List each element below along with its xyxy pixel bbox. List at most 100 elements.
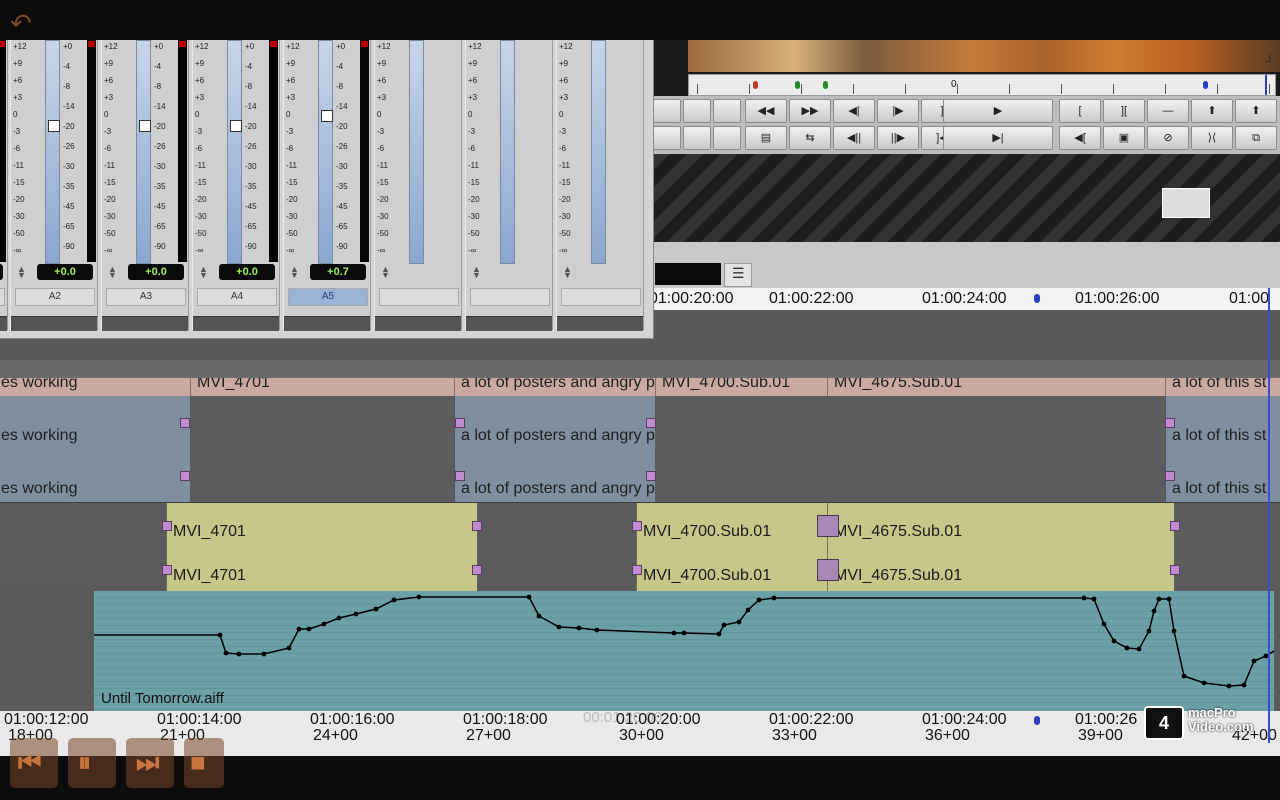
pause-button[interactable]: ⏸ (68, 738, 116, 788)
screenshot-thumbnail-icon[interactable] (1162, 188, 1210, 218)
channel-name-button[interactable] (379, 288, 459, 306)
volume-keyframe[interactable] (1081, 595, 1087, 601)
channel-name-button[interactable]: A2 (15, 288, 95, 306)
timeline-clip[interactable]: a lot of this st (1165, 378, 1280, 396)
previous-button[interactable]: ⏮ (10, 738, 58, 788)
volume-keyframe[interactable] (1166, 596, 1172, 602)
timeline-clip[interactable]: a lot of posters and angry p (454, 378, 655, 396)
tool-button[interactable] (653, 126, 681, 150)
marker-icon[interactable] (1034, 294, 1040, 303)
volume-keyframe[interactable] (1136, 646, 1142, 652)
transport-button[interactable]: ◀|| (833, 126, 875, 150)
transition-marker-icon[interactable] (180, 471, 190, 481)
marker-icon[interactable] (753, 81, 758, 89)
next-button[interactable]: ⏭ (126, 738, 174, 788)
tool-button[interactable] (653, 99, 681, 123)
volume-keyframe[interactable] (671, 630, 677, 636)
gain-readout[interactable]: +0.0 (37, 264, 93, 280)
volume-keyframe[interactable] (1171, 628, 1177, 634)
timeline-clip[interactable]: MVI_4700.Sub.01 (636, 503, 827, 547)
transport-button[interactable]: ▶| (943, 126, 1053, 150)
timeline-clip[interactable]: MVI_4675.Sub.01 (827, 547, 1174, 591)
timeline-clip[interactable]: MVI_4701 (166, 503, 477, 547)
volume-keyframe[interactable] (1156, 596, 1162, 602)
transport-button[interactable]: — (1147, 99, 1189, 123)
timeline-clip[interactable]: MVI_4701 (190, 378, 454, 396)
channel-name-button[interactable] (0, 288, 5, 306)
fader-knob[interactable] (321, 110, 333, 122)
volume-keyframe[interactable] (1226, 683, 1232, 689)
fader-knob[interactable] (139, 120, 151, 132)
updown-arrow-icon[interactable]: ▲ ▼ (290, 265, 299, 280)
transport-button[interactable]: ◀[ (1059, 126, 1101, 150)
timeline-clip[interactable]: MVI_4700.Sub.01 (636, 547, 827, 591)
music-clip[interactable] (94, 591, 1274, 711)
transition-marker-icon[interactable] (455, 471, 465, 481)
volume-keyframe[interactable] (1181, 673, 1187, 679)
transport-button[interactable]: ▤ (745, 126, 787, 150)
volume-keyframe[interactable] (321, 621, 327, 627)
fader-knob[interactable] (230, 120, 242, 132)
transport-button[interactable]: ⊘ (1147, 126, 1189, 150)
volume-keyframe[interactable] (556, 624, 562, 630)
timeline-menu-button[interactable]: ☰ (724, 263, 752, 287)
transition-marker-icon[interactable] (472, 565, 482, 575)
tool-button[interactable] (683, 99, 711, 123)
transport-button[interactable]: ▶▶ (789, 99, 831, 123)
fader-track[interactable] (591, 40, 606, 264)
timeline-clip[interactable]: a lot of posters and angry p (454, 449, 655, 502)
volume-keyframe[interactable] (1241, 682, 1247, 688)
tool-button[interactable] (683, 126, 711, 150)
transport-button[interactable]: ⧉ (1235, 126, 1277, 150)
volume-keyframe[interactable] (236, 651, 242, 657)
updown-arrow-icon[interactable]: ▲ ▼ (17, 265, 26, 280)
volume-keyframe[interactable] (526, 594, 532, 600)
transport-button[interactable]: ⬆ (1235, 99, 1277, 123)
transport-button[interactable]: ⟩⟨ (1191, 126, 1233, 150)
gain-readout[interactable]: +0.0 (128, 264, 184, 280)
volume-keyframe[interactable] (1124, 645, 1130, 651)
fader-track[interactable] (318, 40, 333, 264)
gain-readout[interactable]: +0.0 (219, 264, 275, 280)
transition-marker-icon[interactable] (472, 521, 482, 531)
volume-keyframe[interactable] (336, 615, 342, 621)
timeline-clip[interactable]: a lot of posters and angry p (454, 396, 655, 449)
volume-keyframe-graph[interactable] (94, 591, 1274, 711)
volume-keyframe[interactable] (1101, 621, 1107, 627)
timeline-clip[interactable]: MVI_4675.Sub.01 (827, 503, 1174, 547)
volume-keyframe[interactable] (1151, 608, 1157, 614)
timeline-clip[interactable]: a lot of this st (1165, 449, 1280, 502)
marker-icon[interactable] (1034, 716, 1040, 725)
volume-keyframe[interactable] (1146, 628, 1152, 634)
transport-button[interactable]: ⬆ (1191, 99, 1233, 123)
volume-keyframe[interactable] (286, 645, 292, 651)
volume-keyframe[interactable] (771, 595, 777, 601)
marker-icon[interactable] (1203, 81, 1208, 89)
timeline-top-ruler[interactable]: 01:00:20:00 01:00:22:00 01:00:24:00 01:00:2… (649, 288, 1280, 311)
timeline-clip[interactable]: MVI_4675.Sub.01 (827, 378, 1165, 396)
gain-readout[interactable]: +0.7 (310, 264, 366, 280)
transition-marker-icon[interactable] (1170, 565, 1180, 575)
crossfade-icon[interactable] (817, 559, 839, 581)
volume-keyframe[interactable] (296, 626, 302, 632)
volume-keyframe[interactable] (681, 630, 687, 636)
volume-keyframe[interactable] (536, 613, 542, 619)
channel-name-button[interactable] (470, 288, 550, 306)
transition-marker-icon[interactable] (180, 418, 190, 428)
volume-keyframe[interactable] (756, 597, 762, 603)
marker-icon[interactable] (795, 81, 800, 89)
timeline-clip[interactable]: MVI_4701 (166, 547, 477, 591)
tool-button[interactable] (713, 99, 741, 123)
transition-marker-icon[interactable] (1165, 471, 1175, 481)
fader-track[interactable] (45, 40, 60, 264)
updown-arrow-icon[interactable]: ▲ ▼ (472, 265, 481, 280)
volume-keyframe[interactable] (576, 625, 582, 631)
channel-name-button[interactable]: A3 (106, 288, 186, 306)
channel-name-button[interactable] (561, 288, 641, 306)
timeline-playhead[interactable] (1268, 288, 1270, 743)
transport-button[interactable]: ⇆ (789, 126, 831, 150)
timeline-clip[interactable]: es working (0, 378, 190, 396)
gain-readout[interactable]: +0.0 (0, 264, 3, 280)
fader-track[interactable] (227, 40, 242, 264)
transport-button[interactable]: [ (1059, 99, 1101, 123)
